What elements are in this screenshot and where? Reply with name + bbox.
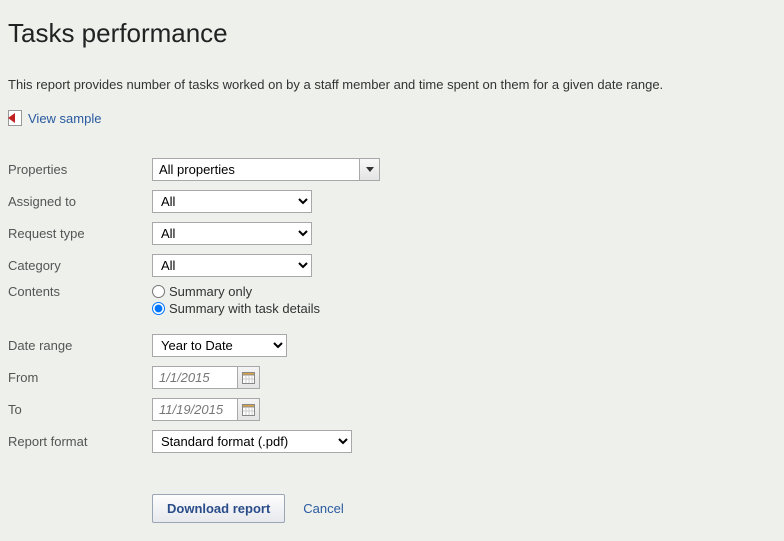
label-date-range: Date range: [8, 338, 152, 353]
row-to: To: [8, 394, 776, 424]
radio-summary-details[interactable]: [152, 302, 165, 315]
label-to: To: [8, 402, 152, 417]
row-report-format: Report format Standard format (.pdf): [8, 426, 776, 456]
properties-dropdown-button[interactable]: [359, 159, 379, 180]
page-title: Tasks performance: [8, 18, 776, 49]
row-properties: Properties: [8, 154, 776, 184]
label-assigned-to: Assigned to: [8, 194, 152, 209]
report-format-select[interactable]: Standard format (.pdf): [152, 430, 352, 453]
to-calendar-button[interactable]: [237, 399, 259, 420]
cancel-link[interactable]: Cancel: [303, 501, 343, 516]
category-select[interactable]: All: [152, 254, 312, 277]
radio-summary-only[interactable]: [152, 285, 165, 298]
row-date-range: Date range Year to Date: [8, 330, 776, 360]
contents-option-summary-details[interactable]: Summary with task details: [152, 301, 320, 316]
date-range-select[interactable]: Year to Date: [152, 334, 287, 357]
label-contents: Contents: [8, 284, 152, 299]
contents-option-summary-only[interactable]: Summary only: [152, 284, 320, 299]
to-date-box: [152, 398, 260, 421]
from-calendar-button[interactable]: [237, 367, 259, 388]
row-contents: Contents Summary only Summary with task …: [8, 282, 776, 316]
radio-label-summary-only: Summary only: [169, 284, 252, 299]
calendar-icon: [242, 403, 255, 416]
row-category: Category All: [8, 250, 776, 280]
from-date-box: [152, 366, 260, 389]
properties-combo[interactable]: [152, 158, 380, 181]
row-request-type: Request type All: [8, 218, 776, 248]
label-category: Category: [8, 258, 152, 273]
label-request-type: Request type: [8, 226, 152, 241]
properties-input[interactable]: [153, 159, 359, 180]
download-report-button[interactable]: Download report: [152, 494, 285, 523]
radio-label-summary-details: Summary with task details: [169, 301, 320, 316]
assigned-to-select[interactable]: All: [152, 190, 312, 213]
action-row: Download report Cancel: [152, 494, 776, 523]
row-from: From: [8, 362, 776, 392]
pdf-icon: [8, 110, 22, 126]
page-description: This report provides number of tasks wor…: [8, 77, 776, 92]
row-assigned-to: Assigned to All: [8, 186, 776, 216]
label-from: From: [8, 370, 152, 385]
to-date-input[interactable]: [153, 399, 237, 420]
calendar-icon: [242, 371, 255, 384]
label-report-format: Report format: [8, 434, 152, 449]
label-properties: Properties: [8, 162, 152, 177]
request-type-select[interactable]: All: [152, 222, 312, 245]
from-date-input[interactable]: [153, 367, 237, 388]
view-sample-link[interactable]: View sample: [28, 111, 101, 126]
view-sample-row: View sample: [8, 110, 776, 126]
chevron-down-icon: [366, 167, 374, 172]
